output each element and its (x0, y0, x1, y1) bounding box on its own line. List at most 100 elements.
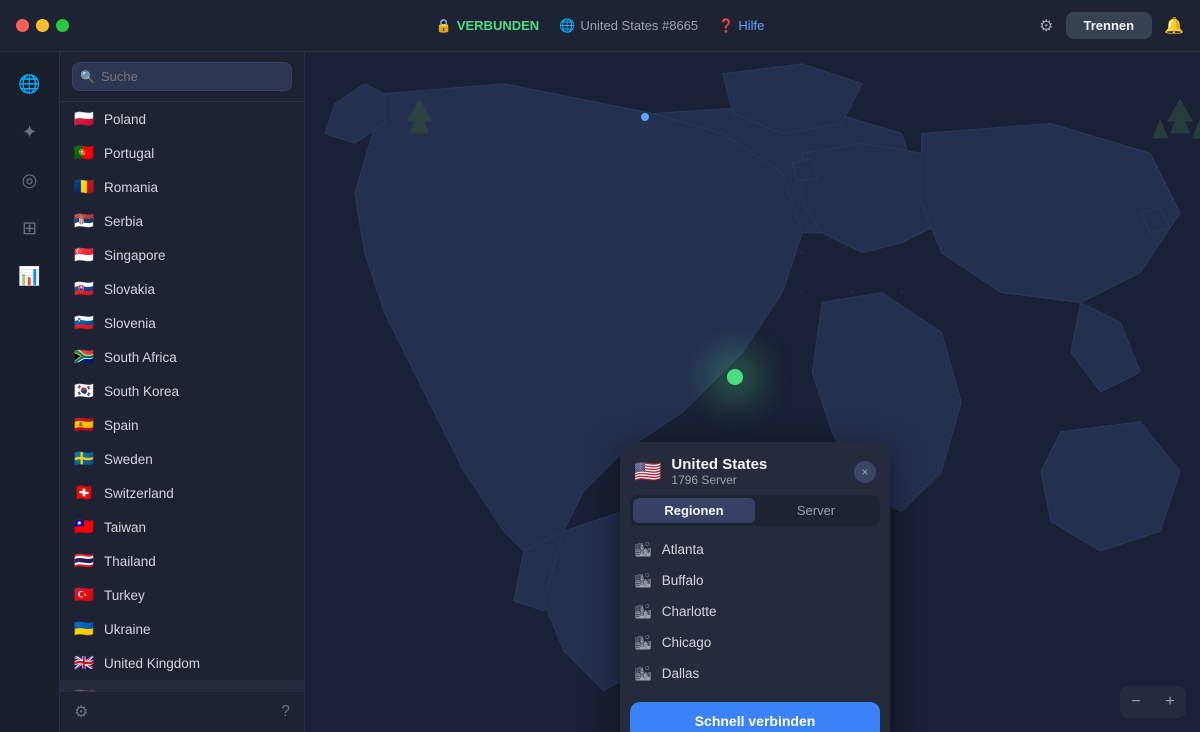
popup-title-row: 🇺🇸 United States 1796 Server (634, 456, 767, 487)
city-item-buffalo[interactable]: 🏙 Buffalo (620, 565, 890, 596)
server-dot-1 (641, 113, 649, 121)
country-name-singapore: Singapore (104, 248, 166, 263)
flag-romania: 🇷🇴 (74, 177, 94, 197)
maximize-button[interactable] (56, 19, 69, 32)
popup-tab-servers[interactable]: Server (755, 498, 877, 523)
popup-tab-regions[interactable]: Regionen (633, 498, 755, 523)
city-item-atlanta[interactable]: 🏙 Atlanta (620, 534, 890, 565)
country-item-portugal[interactable]: 🇵🇹 Portugal (60, 136, 304, 170)
map-area: 🇺🇸 United States 1796 Server × Regionen … (305, 52, 1200, 732)
zoom-out-button[interactable]: − (1120, 686, 1152, 718)
country-item-spain[interactable]: 🇪🇸 Spain (60, 408, 304, 442)
country-popup: 🇺🇸 United States 1796 Server × Regionen … (620, 442, 890, 732)
sidebar-icons: 🌐 ✦ ◎ ⊞ 📊 (0, 52, 60, 732)
country-list-panel: 🔍 🇵🇱 Poland 🇵🇹 Portugal 🇷🇴 Romania 🇷🇸 Se… (60, 52, 305, 732)
city-icon-atlanta: 🏙 (634, 541, 652, 558)
country-item-taiwan[interactable]: 🇹🇼 Taiwan (60, 510, 304, 544)
country-name-slovakia: Slovakia (104, 282, 155, 297)
country-item-romania[interactable]: 🇷🇴 Romania (60, 170, 304, 204)
country-name-romania: Romania (104, 180, 158, 195)
sidebar-bottom: ⚙ ? (60, 691, 304, 732)
quick-connect-button[interactable]: Schnell verbinden (630, 702, 880, 732)
country-name-serbia: Serbia (104, 214, 143, 229)
country-item-turkey[interactable]: 🇹🇷 Turkey (60, 578, 304, 612)
city-item-denver[interactable]: 🏙 Denver (620, 689, 890, 694)
city-icon-dallas: 🏙 (634, 665, 652, 682)
popup-flag: 🇺🇸 (634, 459, 661, 485)
popup-title-group: United States 1796 Server (671, 456, 767, 487)
country-name-southkorea: South Korea (104, 384, 179, 399)
sidebar-item-layers[interactable]: ⊞ (10, 208, 50, 248)
flag-sweden: 🇸🇪 (74, 449, 94, 469)
search-input[interactable] (72, 62, 292, 91)
titlebar-left (16, 19, 77, 32)
country-name-taiwan: Taiwan (104, 520, 146, 535)
country-item-thailand[interactable]: 🇹🇭 Thailand (60, 544, 304, 578)
country-item-slovenia[interactable]: 🇸🇮 Slovenia (60, 306, 304, 340)
city-item-chicago[interactable]: 🏙 Chicago (620, 627, 890, 658)
titlebar: 🔒 VERBUNDEN 🌐 United States #8665 ❓ Hilf… (0, 0, 1200, 52)
city-icon-chicago: 🏙 (634, 634, 652, 651)
flag-slovenia: 🇸🇮 (74, 313, 94, 333)
country-name-southafrica: South Africa (104, 350, 177, 365)
help-button[interactable]: ❓ Hilfe (718, 18, 764, 34)
popup-city-list[interactable]: 🏙 Atlanta 🏙 Buffalo 🏙 Charlotte 🏙 Chicag… (620, 534, 890, 694)
sidebar-item-stats[interactable]: 📊 (10, 256, 50, 296)
sidebar-help-icon[interactable]: ? (281, 703, 290, 721)
country-name-spain: Spain (104, 418, 139, 433)
country-scroll-list[interactable]: 🇵🇱 Poland 🇵🇹 Portugal 🇷🇴 Romania 🇷🇸 Serb… (60, 102, 304, 691)
city-icon-buffalo: 🏙 (634, 572, 652, 589)
disconnect-button[interactable]: Trennen (1066, 12, 1153, 39)
minimize-button[interactable] (36, 19, 49, 32)
country-item-sweden[interactable]: 🇸🇪 Sweden (60, 442, 304, 476)
connected-label: VERBUNDEN (457, 18, 539, 33)
city-name-charlotte: Charlotte (662, 604, 717, 619)
flag-ukraine: 🇺🇦 (74, 619, 94, 639)
close-button[interactable] (16, 19, 29, 32)
country-item-singapore[interactable]: 🇸🇬 Singapore (60, 238, 304, 272)
country-item-poland[interactable]: 🇵🇱 Poland (60, 102, 304, 136)
traffic-lights (16, 19, 69, 32)
flag-turkey: 🇹🇷 (74, 585, 94, 605)
flag-spain: 🇪🇸 (74, 415, 94, 435)
country-item-uk[interactable]: 🇬🇧 United Kingdom (60, 646, 304, 680)
sidebar-item-specialty[interactable]: ✦ (10, 112, 50, 152)
map-zoom-controls: − + (1120, 686, 1186, 718)
search-wrap: 🔍 (72, 62, 292, 91)
popup-subtitle: 1796 Server (671, 473, 767, 487)
popup-header: 🇺🇸 United States 1796 Server × (620, 442, 890, 495)
country-name-sweden: Sweden (104, 452, 153, 467)
country-item-southkorea[interactable]: 🇰🇷 South Korea (60, 374, 304, 408)
zoom-in-button[interactable]: + (1154, 686, 1186, 718)
city-item-charlotte[interactable]: 🏙 Charlotte (620, 596, 890, 627)
notification-bell-icon[interactable]: 🔔 (1164, 16, 1184, 36)
city-item-dallas[interactable]: 🏙 Dallas (620, 658, 890, 689)
flag-switzerland: 🇨🇭 (74, 483, 94, 503)
country-name-portugal: Portugal (104, 146, 154, 161)
country-item-serbia[interactable]: 🇷🇸 Serbia (60, 204, 304, 238)
popup-close-button[interactable]: × (854, 461, 876, 483)
country-name-slovenia: Slovenia (104, 316, 156, 331)
city-name-dallas: Dallas (662, 666, 700, 681)
sidebar-settings-icon[interactable]: ⚙ (74, 702, 88, 722)
connection-status: 🔒 VERBUNDEN (436, 18, 540, 34)
active-server-dot (727, 369, 743, 385)
flag-portugal: 🇵🇹 (74, 143, 94, 163)
country-name-turkey: Turkey (104, 588, 145, 603)
country-item-ukraine[interactable]: 🇺🇦 Ukraine (60, 612, 304, 646)
flag-thailand: 🇹🇭 (74, 551, 94, 571)
country-item-southafrica[interactable]: 🇿🇦 South Africa (60, 340, 304, 374)
sidebar-item-globe[interactable]: 🌐 (10, 64, 50, 104)
country-name-thailand: Thailand (104, 554, 156, 569)
sidebar-item-target[interactable]: ◎ (10, 160, 50, 200)
flag-uk: 🇬🇧 (74, 653, 94, 673)
main-content: 🌐 ✦ ◎ ⊞ 📊 🔍 🇵🇱 Poland 🇵� (0, 52, 1200, 732)
country-item-us[interactable]: 🇺🇸 United States (60, 680, 304, 691)
settings-icon[interactable]: ⚙ (1039, 16, 1053, 36)
country-item-switzerland[interactable]: 🇨🇭 Switzerland (60, 476, 304, 510)
popup-title: United States (671, 456, 767, 473)
city-name-atlanta: Atlanta (662, 542, 704, 557)
flag-poland: 🇵🇱 (74, 109, 94, 129)
country-item-slovakia[interactable]: 🇸🇰 Slovakia (60, 272, 304, 306)
flag-slovakia: 🇸🇰 (74, 279, 94, 299)
